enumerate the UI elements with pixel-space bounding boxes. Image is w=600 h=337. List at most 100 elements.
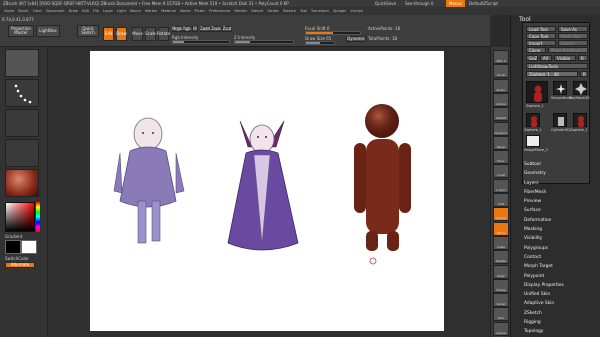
menu-picker[interactable]: Picker bbox=[195, 7, 206, 15]
r2-button[interactable]: R bbox=[580, 71, 588, 77]
shelf-floor-button[interactable]: Floor bbox=[493, 150, 509, 165]
shelf-local-button[interactable]: Local bbox=[493, 164, 509, 179]
submenu-surface[interactable]: Surface bbox=[524, 206, 596, 215]
menu-stencil[interactable]: Stencil bbox=[251, 7, 263, 15]
tool-thumb-zsphere-3[interactable] bbox=[573, 113, 587, 127]
shelf-l-sym-button[interactable]: L.Sym bbox=[493, 178, 509, 193]
make-polymesh-button[interactable]: Make PolyMesh3D bbox=[548, 47, 588, 53]
zcut-button[interactable]: Zcut bbox=[222, 26, 232, 32]
menu-file[interactable]: File bbox=[93, 7, 99, 15]
menu-stroke[interactable]: Stroke bbox=[267, 7, 278, 15]
save-as-button[interactable]: Save As bbox=[558, 26, 588, 32]
menu-macro[interactable]: Macro bbox=[130, 7, 141, 15]
submenu-contact[interactable]: Contact bbox=[524, 253, 596, 262]
rgb-button[interactable]: Rgb bbox=[183, 26, 191, 32]
rotate-button[interactable]: Rotate bbox=[157, 27, 170, 41]
menu-movie[interactable]: Movie bbox=[180, 7, 191, 15]
shelf-zoom-button[interactable]: Zoom bbox=[493, 78, 509, 93]
alternate-button[interactable]: Alternate bbox=[5, 262, 35, 268]
current-tool-name[interactable]: Zsphere_1 . 48 bbox=[526, 71, 578, 77]
quick-sketch-button[interactable]: Quick Sketch bbox=[77, 25, 99, 37]
submenu-polypaint[interactable]: Polypaint bbox=[524, 272, 596, 281]
shelf-spix-3-button[interactable]: SPix 3 bbox=[493, 50, 509, 64]
draw-size-slider[interactable] bbox=[305, 41, 335, 45]
zadd-button[interactable]: Zadd bbox=[200, 26, 210, 32]
menus-button[interactable]: Menus bbox=[446, 0, 466, 7]
shelf-transp-button[interactable]: Transp bbox=[493, 278, 509, 293]
submenu-layers[interactable]: Layers bbox=[524, 179, 596, 188]
lightbox-tools-button[interactable]: Lightbox▸Tools bbox=[526, 63, 588, 69]
clone-button[interactable]: Clone bbox=[526, 47, 546, 53]
hue-bar[interactable] bbox=[36, 202, 40, 232]
dynamic-button[interactable]: Dynamic bbox=[346, 36, 366, 42]
m-button[interactable]: M bbox=[192, 26, 198, 32]
color-picker[interactable] bbox=[5, 202, 35, 232]
projection-master-button[interactable]: Projection Master bbox=[8, 25, 34, 37]
edit-button[interactable]: Edit bbox=[103, 27, 114, 41]
submenu-deformation[interactable]: Deformation bbox=[524, 216, 596, 225]
copy-tool-button[interactable]: Copy Tool bbox=[526, 33, 556, 39]
material-thumbnail[interactable] bbox=[5, 169, 39, 197]
quicksave-button[interactable]: QuickSave bbox=[372, 0, 400, 7]
shelf-aahalf-button[interactable]: AAHalf bbox=[493, 107, 509, 122]
menu-light[interactable]: Light bbox=[117, 7, 126, 15]
menu-document[interactable]: Document bbox=[46, 7, 65, 15]
lightbox-button[interactable]: LightBox bbox=[36, 25, 60, 37]
menu-material[interactable]: Material bbox=[161, 7, 176, 15]
shelf-polyf-button[interactable]: PolyF bbox=[493, 264, 509, 279]
submenu-polygroups[interactable]: Polygroups bbox=[524, 244, 596, 253]
menu-edit[interactable]: Edit bbox=[82, 7, 89, 15]
secondary-color-swatch[interactable] bbox=[21, 240, 37, 254]
menu-tool[interactable]: Tool bbox=[300, 7, 307, 15]
shelf-persp-button[interactable]: Persp bbox=[493, 135, 509, 150]
rgb-intensity-slider[interactable] bbox=[172, 40, 230, 44]
stroke-thumbnail[interactable] bbox=[5, 79, 39, 107]
load-tool-button[interactable]: Load Tool bbox=[526, 26, 556, 32]
menu-brush[interactable]: Brush bbox=[18, 7, 28, 15]
shelf-frame-button[interactable]: Frame bbox=[493, 207, 509, 222]
scale-button[interactable]: Scale bbox=[145, 27, 156, 41]
submenu-zsketch[interactable]: ZSketch bbox=[524, 309, 596, 318]
document-canvas[interactable] bbox=[90, 51, 444, 331]
menu-color[interactable]: Color bbox=[33, 7, 42, 15]
menu-texture[interactable]: Texture bbox=[283, 7, 296, 15]
shelf-move-button[interactable]: Move bbox=[493, 221, 509, 236]
brush-thumbnail[interactable] bbox=[5, 49, 39, 77]
tool-thumb-cylinder[interactable] bbox=[553, 113, 567, 127]
tool-thumb-simplebrush[interactable] bbox=[553, 81, 567, 95]
switchcolor-label[interactable]: SwitchColor bbox=[5, 256, 29, 261]
shelf-xpose-button[interactable]: Xpose bbox=[493, 321, 509, 336]
tool-thumb-polymesh[interactable] bbox=[573, 81, 587, 95]
see-through-slider[interactable]: See-through 0 bbox=[402, 0, 437, 7]
alpha-thumbnail[interactable] bbox=[5, 109, 39, 137]
menu-render[interactable]: Render bbox=[234, 7, 247, 15]
menu-draw[interactable]: Draw bbox=[69, 7, 78, 15]
submenu-preview[interactable]: Preview bbox=[524, 197, 596, 206]
export-button[interactable]: Export bbox=[558, 40, 588, 46]
shelf-solo-button[interactable]: Solo bbox=[493, 307, 509, 322]
menu-zscript[interactable]: Zscript bbox=[350, 7, 362, 15]
paste-tool-button[interactable]: Paste Tool bbox=[558, 33, 588, 39]
tool-thumb-zsphere-2[interactable] bbox=[526, 113, 540, 127]
shelf-rotate-button[interactable]: Rotate bbox=[493, 250, 509, 265]
submenu-geometry[interactable]: Geometry bbox=[524, 169, 596, 178]
submenu-topology[interactable]: Topology bbox=[524, 327, 596, 336]
shelf-actual-button[interactable]: Actual bbox=[493, 92, 509, 107]
submenu-display-properties[interactable]: Display Properties bbox=[524, 281, 596, 290]
tool-thumb-zsphere[interactable] bbox=[526, 81, 548, 103]
shelf-ghost-button[interactable]: Ghost bbox=[493, 293, 509, 308]
focal-shift-slider[interactable] bbox=[305, 31, 361, 35]
all-button[interactable]: All bbox=[540, 55, 552, 61]
menu-zplugin[interactable]: Zplugin bbox=[333, 7, 347, 15]
submenu-unified-skin[interactable]: Unified Skin bbox=[524, 290, 596, 299]
menu-alpha[interactable]: Alpha bbox=[4, 7, 14, 15]
z-intensity-slider[interactable] bbox=[234, 40, 294, 44]
menu-preferences[interactable]: Preferences bbox=[209, 7, 230, 15]
goz-button[interactable]: GoZ bbox=[526, 55, 538, 61]
move-button[interactable]: Move bbox=[132, 27, 143, 41]
visible-button[interactable]: Visible bbox=[554, 55, 576, 61]
submenu-masking[interactable]: Masking bbox=[524, 225, 596, 234]
mrgb-button[interactable]: Mrgb bbox=[172, 26, 182, 32]
shelf-dynamic-button[interactable]: Dynamic bbox=[493, 121, 509, 136]
default-zscript-button[interactable]: DefaultZScript bbox=[466, 0, 501, 7]
